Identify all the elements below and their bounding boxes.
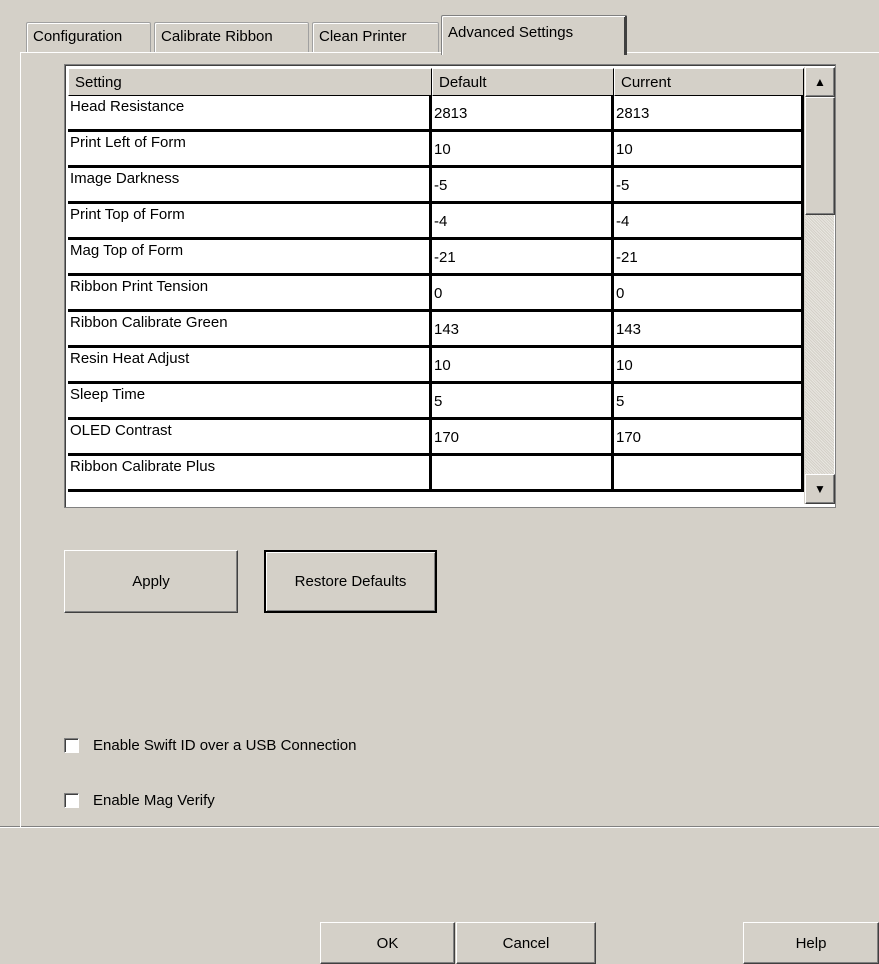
help-button[interactable]: Help [743, 922, 879, 964]
tab-calibrate-ribbon[interactable]: Calibrate Ribbon [154, 22, 309, 53]
cancel-button[interactable]: Cancel [456, 922, 596, 964]
tab-panel [20, 52, 879, 828]
tab-clean-printer[interactable]: Clean Printer [312, 22, 439, 53]
tab-advanced-settings[interactable]: Advanced Settings [441, 15, 627, 55]
ok-button[interactable]: OK [320, 922, 455, 964]
tab-configuration[interactable]: Configuration [26, 22, 151, 53]
